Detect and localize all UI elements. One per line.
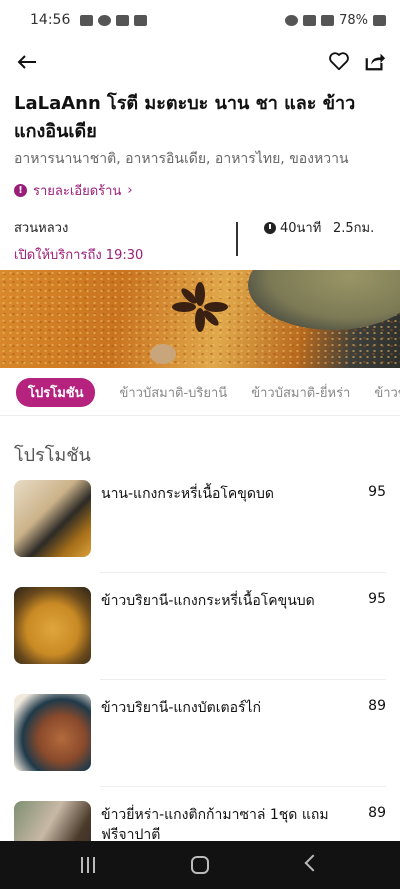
menu-item[interactable]: นาน-แกงกระหรี่เนื้อโคขุดบด 95	[14, 480, 386, 560]
menu-item-price: 95	[368, 484, 386, 500]
menu-item-image	[14, 694, 91, 771]
menu-divider	[100, 786, 386, 787]
status-bar: 14:56 78%	[0, 0, 400, 40]
clock-icon	[264, 221, 276, 234]
back-button[interactable]	[14, 50, 40, 74]
menu-item-image	[14, 480, 91, 557]
restaurant-hero-image	[0, 270, 400, 368]
menu-item-name: ข้าวบริยานี-แกงกระหรี่เนื้อโคขุนบด	[101, 593, 315, 609]
menu-item-image	[14, 587, 91, 664]
cuisine-list: อาหารนานาชาติ, อาหารอินเดีย, อาหารไทย, ข…	[14, 151, 349, 167]
cardamom-pod	[150, 344, 176, 364]
details-link-label: รายละเอียดร้าน	[33, 184, 122, 199]
tab-jeera-rice[interactable]: ข้าวบัสมาติ-ยี่หร่า	[251, 382, 350, 403]
star-anise-icon	[172, 282, 228, 332]
tab-biryani[interactable]: ข้าวบัสมาติ-บริยานี	[119, 382, 227, 403]
app-notification-icon	[116, 14, 130, 26]
favorite-button[interactable]	[328, 50, 352, 74]
tab-promotion[interactable]: โปรโมชัน	[16, 378, 96, 407]
recent-apps-button[interactable]	[80, 857, 96, 873]
info-divider	[236, 222, 238, 256]
delivery-time: 40นาที	[264, 217, 321, 238]
category-tabs: โปรโมชัน ข้าวบัสมาติ-บริยานี ข้าวบัสมาติ…	[0, 370, 400, 416]
battery-icon	[373, 14, 386, 26]
restaurant-name: LaLaAnn โรตี มะตะบะ นาน ชา และ ข้าวแกงอิ…	[14, 93, 356, 142]
heart-icon	[329, 52, 349, 71]
system-back-button[interactable]	[304, 854, 322, 872]
location-label: สวนหลวง	[14, 221, 69, 236]
recents-icon	[81, 857, 83, 873]
top-bar	[0, 40, 400, 84]
section-title: โปรโมชัน	[14, 445, 91, 466]
alarm-icon	[285, 14, 299, 26]
menu-item-price: 95	[368, 591, 386, 607]
menu-divider	[100, 679, 386, 680]
mail-icon	[134, 14, 148, 26]
status-time: 14:56	[30, 12, 71, 28]
tab-more[interactable]: ข้าวข	[374, 382, 400, 403]
system-icons: 78%	[285, 13, 386, 28]
menu-item[interactable]: ข้าวบริยานี-แกงบัตเตอร์ไก่ 89	[14, 694, 386, 774]
notification-icons	[80, 14, 148, 26]
wifi-icon	[303, 14, 317, 26]
share-icon	[365, 53, 386, 71]
delivery-time-value: 40นาที	[280, 221, 322, 236]
recents-icon-bar	[93, 857, 95, 873]
battery-level: 78%	[339, 12, 368, 28]
restaurant-details-link[interactable]: ! รายละเอียดร้าน ›	[14, 180, 133, 201]
signal-icon	[321, 14, 335, 26]
home-button[interactable]	[191, 856, 209, 874]
arrow-left-icon	[17, 55, 36, 69]
message-icon	[80, 14, 94, 26]
chevron-right-icon: ›	[127, 183, 133, 198]
menu-item-price: 89	[368, 698, 386, 714]
menu-divider	[100, 572, 386, 573]
menu-item-price: 89	[368, 805, 386, 821]
chat-icon	[98, 14, 112, 26]
menu-item-name: ข้าวยี่หร่า-แกงติกก้ามาซาล่ 1ชุด แถมฟรีจ…	[101, 807, 329, 843]
distance: 2.5กม.	[333, 221, 375, 236]
menu-item-name: ข้าวบริยานี-แกงบัตเตอร์ไก่	[101, 700, 262, 716]
share-button[interactable]	[364, 50, 388, 74]
open-hours: เปิดให้บริการถึง 19:30	[14, 248, 144, 263]
menu-item-name: นาน-แกงกระหรี่เนื้อโคขุดบด	[101, 486, 274, 502]
system-nav-bar	[0, 841, 400, 889]
recents-icon-bar	[87, 857, 89, 873]
info-icon: !	[14, 184, 27, 197]
menu-item[interactable]: ข้าวบริยานี-แกงกระหรี่เนื้อโคขุนบด 95	[14, 587, 386, 667]
